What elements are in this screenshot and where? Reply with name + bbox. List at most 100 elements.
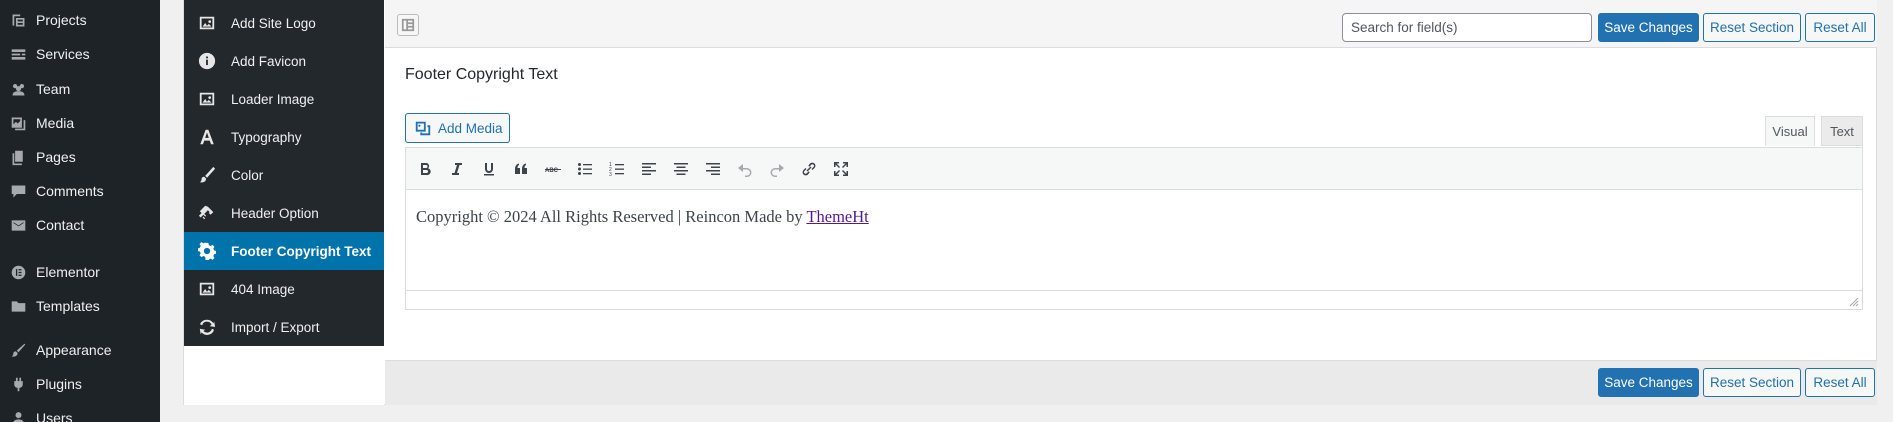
wp-menu-label: Comments [36,183,104,199]
options-nav-header-option[interactable]: Header Option [184,194,384,232]
wp-menu-templates[interactable]: Templates [0,291,160,321]
wp-menu-plugins[interactable]: Plugins [0,369,160,399]
wp-menu-appearance[interactable]: Appearance [0,335,160,365]
wp-menu-label: Projects [36,12,87,28]
options-nav-label: Loader Image [231,91,315,107]
wp-menu-services[interactable]: Services [0,39,160,69]
envelope-icon [8,215,28,235]
bold-button[interactable] [414,158,436,180]
options-nav-footer-copyright-text[interactable]: Footer Copyright Text [184,232,384,270]
fullscreen-button[interactable] [830,158,852,180]
comments-icon [8,181,28,201]
bold-icon [421,162,431,176]
options-nav-label: Import / Export [231,319,320,335]
folder-icon [8,296,28,316]
reset-section-button-bottom[interactable]: Reset Section [1703,368,1801,397]
align-center-button[interactable] [670,158,692,180]
options-nav-label: Footer Copyright Text [231,243,371,259]
strikethrough-button[interactable]: ABC [542,158,564,180]
media-icon [8,113,28,133]
underline-button[interactable] [478,158,500,180]
svg-text:ABC: ABC [545,168,559,174]
font-icon [197,127,217,147]
resize-handle-icon[interactable] [1849,297,1859,307]
undo-button[interactable] [734,158,756,180]
italic-icon [452,163,462,175]
link-icon [197,203,217,223]
options-nav-label: Header Option [231,205,319,221]
wp-menu-pages[interactable]: Pages [0,142,160,172]
wp-menu-projects[interactable]: Projects [0,5,160,35]
wp-menu-contact[interactable]: Contact [0,210,160,240]
reset-all-button[interactable]: Reset All [1805,13,1875,42]
wp-menu-team[interactable]: Team [0,74,160,104]
image-icon [197,279,217,299]
align-right-button[interactable] [702,158,724,180]
options-nav-404-image[interactable]: 404 Image [184,270,384,308]
italic-button[interactable] [446,158,468,180]
link-icon [802,162,816,176]
options-nav-loader-image[interactable]: Loader Image [184,80,384,118]
add-media-button[interactable]: Add Media [405,113,510,143]
numbered-list-icon: 123 [609,162,624,177]
redo-button[interactable] [766,158,788,180]
options-nav-add-site-logo[interactable]: Add Site Logo [184,4,384,42]
plugin-icon [8,374,28,394]
save-changes-button-bottom[interactable]: Save Changes [1598,368,1699,397]
search-fields-input[interactable] [1342,13,1592,42]
undo-icon [738,164,752,177]
wp-menu-users[interactable]: Users [0,403,160,422]
wp-admin-menu: Projects Services Team Media Pages Comme… [0,0,160,422]
tab-text[interactable]: Text [1821,116,1863,146]
gear-icon [197,241,217,261]
team-icon [8,79,28,99]
services-icon [8,44,28,64]
options-nav-typography[interactable]: Typography [184,118,384,156]
align-center-icon [674,163,688,175]
editor-toolbar: ABC 123 [406,148,1862,190]
rich-text-editor: ABC 123 Copyright © 2024 All Rights Rese… [405,147,1863,310]
bulleted-list-button[interactable] [574,158,596,180]
bulleted-list-icon [578,163,592,175]
expand-options-button[interactable] [397,14,419,36]
brush-icon [197,165,217,185]
redo-icon [770,164,784,177]
info-icon [197,51,217,71]
options-nav-import-export[interactable]: Import / Export [184,308,384,346]
pages-icon [8,147,28,167]
numbered-list-button[interactable]: 123 [606,158,628,180]
users-icon [8,408,28,422]
insert-link-button[interactable] [798,158,820,180]
options-panel: Add Site Logo Add Favicon Loader Image T… [183,0,1877,405]
options-nav-color[interactable]: Color [184,156,384,194]
align-left-icon [642,163,656,175]
projects-icon [8,10,28,30]
align-left-button[interactable] [638,158,660,180]
tab-visual[interactable]: Visual [1765,116,1815,146]
add-media-icon [415,121,431,136]
wp-menu-elementor[interactable]: Elementor [0,257,160,287]
options-topbar: Save Changes Reset Section Reset All [385,0,1877,48]
copyright-text: Copyright © 2024 All Rights Reserved | R… [416,207,807,226]
wp-menu-label: Media [36,115,75,131]
wp-menu-label: Appearance [36,342,112,358]
options-nav-label: Color [231,167,264,183]
add-media-label: Add Media [438,120,503,136]
options-sidebar-footer [184,346,384,405]
save-changes-button[interactable]: Save Changes [1598,13,1699,42]
reset-all-button-bottom[interactable]: Reset All [1805,368,1875,397]
wp-menu-label: Team [36,81,71,97]
options-nav-label: Add Favicon [231,53,307,69]
wp-menu-comments[interactable]: Comments [0,176,160,206]
options-nav-add-favicon[interactable]: Add Favicon [184,42,384,80]
wp-menu-media[interactable]: Media [0,108,160,138]
editor-content[interactable]: Copyright © 2024 All Rights Reserved | R… [416,207,869,227]
reset-section-button[interactable]: Reset Section [1703,13,1801,42]
blockquote-button[interactable] [510,158,532,180]
themeht-link[interactable]: ThemeHt [806,207,868,226]
wp-menu-label: Plugins [36,376,82,392]
options-sidebar: Add Site Logo Add Favicon Loader Image T… [184,0,384,346]
refresh-icon [197,317,217,337]
align-right-icon [706,163,720,175]
image-icon [197,89,217,109]
